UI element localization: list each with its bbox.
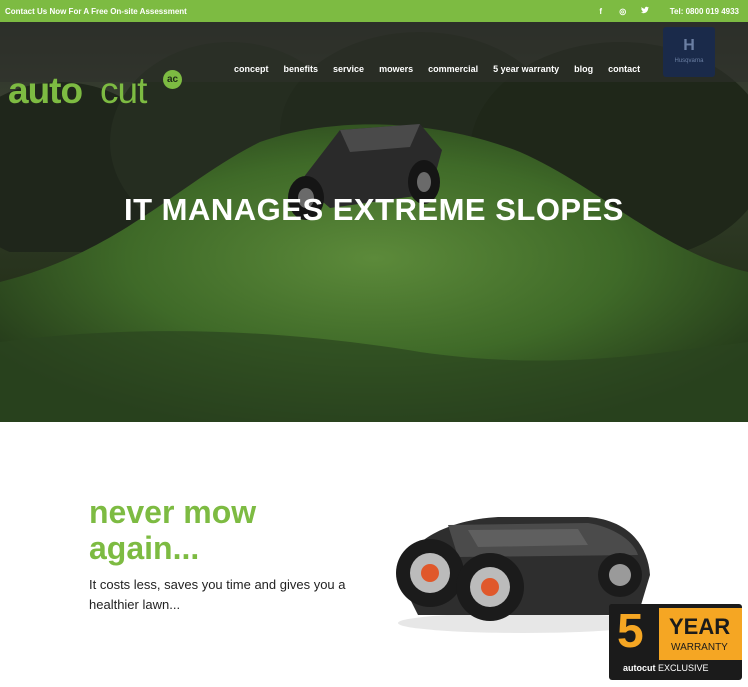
intro-title: never mow again...: [89, 494, 256, 566]
top-bar: Contact Us Now For A Free On-site Assess…: [0, 0, 748, 22]
nav-concept[interactable]: concept: [234, 64, 269, 74]
logo-auto-text: auto: [8, 70, 83, 111]
warranty-label: WARRANTY: [671, 642, 728, 653]
warranty-exclusive: EXCLUSIVE: [658, 663, 709, 673]
husqvarna-logo[interactable]: H Husqvarna: [663, 27, 715, 77]
husqvarna-name: Husqvarna: [674, 58, 704, 64]
top-bar-right: f ◎ Tel: 0800 019 4933: [590, 6, 739, 16]
intro-title-line2: again...: [89, 530, 200, 566]
nav-benefits[interactable]: benefits: [284, 64, 319, 74]
warranty-brand: autocut: [623, 663, 656, 673]
husqvarna-crown-icon: H: [683, 37, 695, 54]
warranty-badge[interactable]: 5 YEAR WARRANTY autocut EXCLUSIVE: [609, 604, 742, 680]
intro-title-line1: never mow: [89, 494, 257, 530]
warranty-year: YEAR: [669, 614, 731, 639]
intro-description: It costs less, saves you time and gives …: [89, 577, 346, 612]
nav-contact[interactable]: contact: [608, 64, 640, 74]
nav-mowers[interactable]: mowers: [379, 64, 413, 74]
warranty-number: 5: [617, 605, 644, 658]
nav-commercial[interactable]: commercial: [428, 64, 478, 74]
logo-cut-text: cut: [100, 70, 147, 111]
autocut-logo[interactable]: auto cut ac: [8, 70, 182, 115]
nav-blog[interactable]: blog: [574, 64, 593, 74]
nav-service[interactable]: service: [333, 64, 364, 74]
nav-5-year-warranty[interactable]: 5 year warranty: [493, 64, 559, 74]
contact-cta-link[interactable]: Contact Us Now For A Free On-site Assess…: [5, 7, 187, 16]
main-navigation: concept benefits service mowers commerci…: [234, 64, 655, 74]
logo-badge: ac: [163, 70, 182, 89]
hero-headline: IT MANAGES EXTREME SLOPES: [124, 192, 624, 227]
warranty-footer: autocut EXCLUSIVE: [623, 663, 709, 673]
facebook-icon[interactable]: f: [590, 7, 612, 16]
phone-number[interactable]: Tel: 0800 019 4933: [670, 7, 739, 16]
twitter-icon[interactable]: [634, 6, 656, 16]
instagram-icon[interactable]: ◎: [612, 7, 634, 16]
